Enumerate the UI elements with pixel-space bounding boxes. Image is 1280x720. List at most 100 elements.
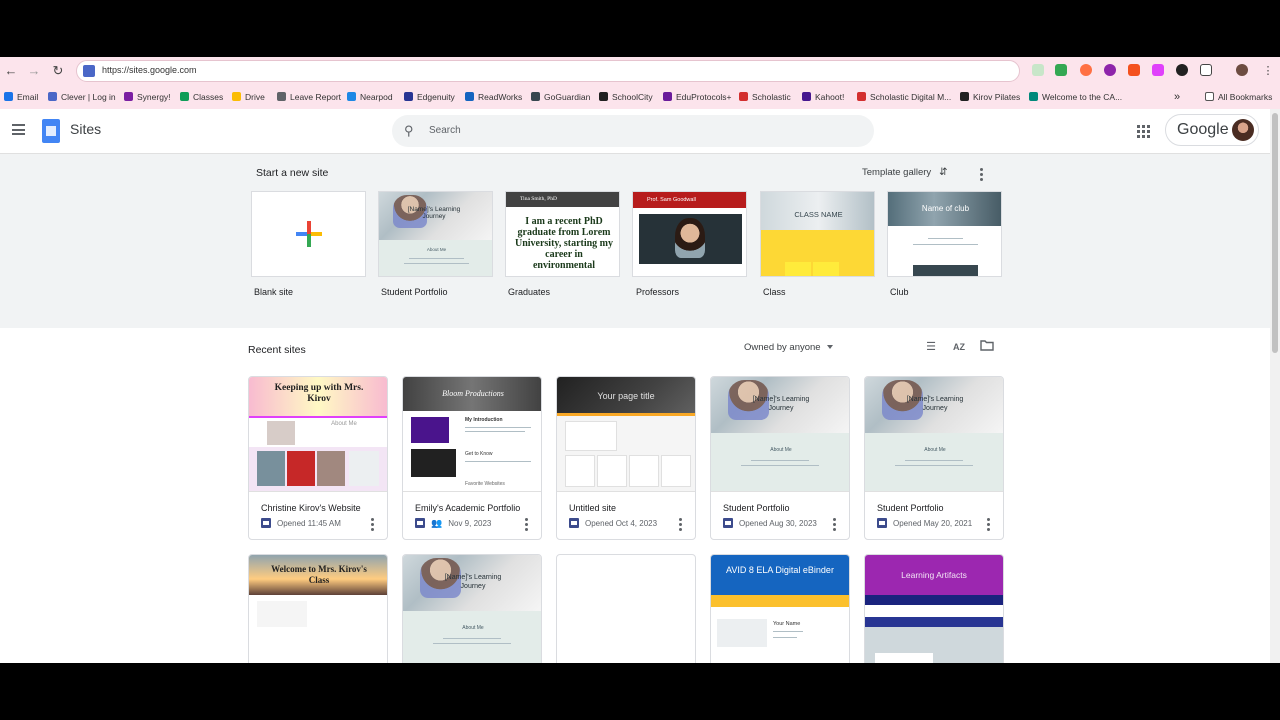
template-gallery-toggle[interactable]: Template gallery ⇵ (862, 167, 948, 178)
extension-icon[interactable] (1104, 64, 1116, 76)
site-opened-text: Opened Oct 4, 2023 (585, 519, 658, 528)
browser-menu-icon[interactable]: ⋮ (1260, 63, 1276, 79)
bookmark-item[interactable]: Classes (180, 90, 223, 104)
forward-icon[interactable]: → (26, 63, 42, 79)
site-more-icon[interactable] (679, 518, 683, 532)
template-card-club[interactable]: Name of club (887, 191, 1002, 277)
site-info-icon[interactable] (83, 65, 95, 77)
bookmark-item[interactable]: Nearpod (347, 90, 393, 104)
template-card-professors[interactable]: Prof. Sam Goodwall (632, 191, 747, 277)
address-bar[interactable]: https://sites.google.com (76, 60, 1020, 82)
bookmark-item[interactable]: Scholastic Digital M... (857, 90, 951, 104)
shared-people-icon: 👥 (431, 518, 443, 528)
reload-icon[interactable]: ↻ (50, 63, 66, 79)
template-card-graduates[interactable]: Tina Smith, PhD I am a recent PhD gradua… (505, 191, 620, 277)
recent-site-card[interactable]: Your page title Untitled site Opened Oct… (556, 376, 696, 540)
bookmark-item[interactable]: ReadWorks (465, 90, 522, 104)
bookmark-favicon-icon (465, 92, 474, 101)
main-menu-icon[interactable] (12, 124, 25, 135)
list-view-icon[interactable]: ☰ (924, 340, 938, 354)
site-more-icon[interactable] (833, 518, 837, 532)
extension-icon[interactable] (1055, 64, 1067, 76)
bookmark-item[interactable]: Clever | Log in (48, 90, 116, 104)
template-card-blank[interactable] (251, 191, 366, 277)
plus-icon (296, 221, 322, 247)
sites-file-icon (415, 518, 425, 528)
bookmark-item[interactable]: Kahoot! (802, 90, 844, 104)
bookmark-item[interactable]: Synergy! (124, 90, 171, 104)
bookmarks-overflow-button[interactable]: » (1174, 90, 1180, 104)
thumbnail-section (865, 433, 1003, 491)
folder-icon[interactable] (980, 339, 994, 353)
thumbnail-subtitle: About Me (426, 247, 447, 252)
recent-site-card[interactable]: Keeping up with Mrs. Kirov About Me Chri… (248, 376, 388, 540)
all-bookmarks-button[interactable]: All Bookmarks (1205, 90, 1272, 104)
extension-icon[interactable] (1080, 64, 1092, 76)
recent-site-card[interactable]: Bloom Productions My Introduction Get to… (402, 376, 542, 540)
bookmark-favicon-icon (180, 92, 189, 101)
bookmark-item[interactable]: Kirov Pilates (960, 90, 1020, 104)
bookmark-item[interactable]: Welcome to the CA... (1029, 90, 1122, 104)
bookmark-item[interactable]: Scholastic (739, 90, 791, 104)
text-line (443, 638, 501, 639)
bookmark-item[interactable]: SchoolCity (599, 90, 653, 104)
all-bookmarks-label: All Bookmarks (1218, 92, 1273, 102)
sort-az-icon[interactable]: AZ (952, 340, 966, 354)
extension-icon[interactable] (1032, 64, 1044, 76)
recent-site-card[interactable]: [Name]'s Learning Journey About Me Stude… (864, 376, 1004, 540)
extension-icon[interactable] (1152, 64, 1164, 76)
owner-filter-dropdown[interactable]: Owned by anyone (744, 342, 833, 353)
recent-site-card[interactable] (556, 554, 696, 663)
bookmarks-bar: Email Clever | Log in Synergy! Classes Drive… (0, 87, 1280, 107)
recent-site-card[interactable]: Welcome to Mrs. Kirov's Class (248, 554, 388, 663)
site-name: Student Portfolio (877, 503, 944, 513)
bookmark-favicon-icon (802, 92, 811, 101)
owner-filter-label: Owned by anyone (744, 342, 821, 353)
search-icon: ⚲ (404, 123, 414, 138)
recent-site-card[interactable]: AVID 8 ELA Digital eBinder Your Name (710, 554, 850, 663)
template-card-class[interactable]: CLASS NAME (760, 191, 875, 277)
bookmark-label: Drive (245, 92, 265, 102)
thumbnail-block (257, 601, 307, 627)
page-scrollbar[interactable] (1270, 109, 1280, 663)
back-icon[interactable]: ← (3, 63, 19, 79)
unfold-icon: ⇵ (939, 167, 948, 178)
recent-site-card[interactable]: Learning Artifacts (864, 554, 1004, 663)
template-label: Blank site (254, 287, 294, 297)
text-line (741, 465, 819, 466)
site-more-icon[interactable] (987, 518, 991, 532)
bookmark-favicon-icon (48, 92, 57, 101)
profile-avatar[interactable] (1236, 64, 1248, 76)
site-more-icon[interactable] (525, 518, 529, 532)
bookmark-item[interactable]: EduProtocols+ (663, 90, 732, 104)
extension-icon[interactable] (1128, 64, 1140, 76)
template-card-student-portfolio[interactable]: [Name]'s Learning Journey About Me (378, 191, 493, 277)
bookmark-item[interactable]: Edgenuity (404, 90, 455, 104)
google-apps-icon[interactable] (1137, 125, 1151, 139)
bookmark-label: Kahoot! (815, 92, 845, 102)
scrollbar-thumb[interactable] (1272, 113, 1278, 353)
bookmark-item[interactable]: Leave Report (277, 90, 341, 104)
app-header: Sites ⚲ Search Google (0, 109, 1270, 154)
recent-site-card[interactable]: [Name]'s Learning Journey About Me Stude… (710, 376, 850, 540)
template-more-icon[interactable] (980, 168, 984, 182)
search-placeholder: Search (429, 125, 461, 136)
search-input[interactable]: ⚲ Search (392, 115, 874, 147)
extensions-puzzle-icon[interactable] (1200, 64, 1212, 76)
template-gallery-label: Template gallery (862, 167, 932, 178)
thumbnail-photo (411, 417, 449, 443)
site-meta: Opened May 20, 2021 (877, 518, 972, 530)
browser-chrome: ← → ↻ https://sites.google.com ⋮ Email Cl… (0, 57, 1280, 109)
thumbnail-block (565, 421, 617, 451)
thumbnail-block (597, 455, 627, 487)
bookmark-item[interactable]: Email (4, 90, 38, 104)
account-button[interactable]: Google (1165, 114, 1259, 146)
site-thumbnail: Your page title (557, 377, 695, 492)
bookmark-item[interactable]: Drive (232, 90, 265, 104)
site-more-icon[interactable] (371, 518, 375, 532)
bookmark-item[interactable]: GoGuardian (531, 90, 590, 104)
bookmark-favicon-icon (347, 92, 356, 101)
recent-site-card[interactable]: [Name]'s Learning Journey About Me (402, 554, 542, 663)
extension-icon[interactable] (1176, 64, 1188, 76)
site-thumbnail: Keeping up with Mrs. Kirov About Me (249, 377, 387, 492)
